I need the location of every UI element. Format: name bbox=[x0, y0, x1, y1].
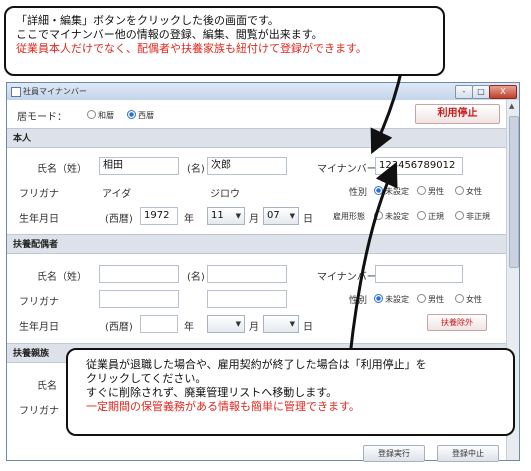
top-callout-line2: ここでマイナンバー他の情報の登録、編集、閲覧が出来ます。 bbox=[16, 28, 323, 41]
bottom-callout: 従業員が退職した場合や、雇用契約が終了した場合は「利用停止」を クリックしてくだ… bbox=[66, 348, 515, 436]
arrow-to-mynumber bbox=[370, 67, 404, 155]
top-callout-line1: 「詳細・編集」ボタンをクリックした後の画面です。 bbox=[16, 14, 279, 27]
top-callout: 「詳細・編集」ボタンをクリックした後の画面です。 ここでマイナンバー他の情報の登… bbox=[4, 6, 445, 76]
bottom-callout-line3: すぐに削除されず、廃棄管理リストへ移動します。 bbox=[86, 386, 338, 399]
bottom-callout-line2: クリックしてください。 bbox=[86, 372, 207, 385]
bottom-callout-line4: 一定期間の保管義務がある情報も簡単に管理できます。 bbox=[86, 400, 360, 413]
bottom-callout-line1: 従業員が退職した場合や、雇用契約が終了した場合は「利用停止」を bbox=[86, 358, 427, 371]
top-callout-line3: 従業員本人だけでなく、配偶者や扶養家族も紐付けて登録ができます。 bbox=[16, 42, 367, 55]
